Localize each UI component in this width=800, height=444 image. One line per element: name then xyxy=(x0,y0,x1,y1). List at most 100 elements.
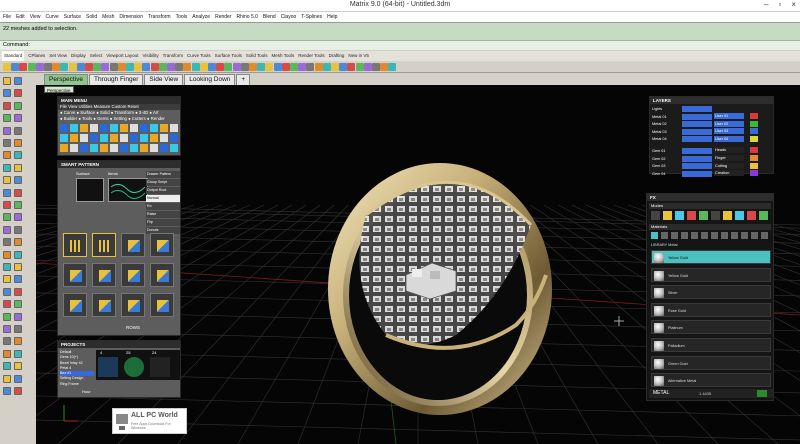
menu-item-surface[interactable]: Surface xyxy=(64,12,81,22)
toolbar-icon[interactable] xyxy=(265,63,274,71)
toolbar-tab-display[interactable]: Display xyxy=(71,51,86,61)
tool-icon[interactable] xyxy=(14,325,22,333)
toolbar-tab-set-view[interactable]: Set View xyxy=(49,51,67,61)
toolbar-tab-select[interactable]: Select xyxy=(90,51,103,61)
pattern-tile[interactable] xyxy=(121,263,145,287)
menu-tool-icon[interactable] xyxy=(70,134,78,142)
project-thumbnails[interactable]: 4 25 24 xyxy=(96,350,180,380)
viewport-tab-side-view[interactable]: Side View xyxy=(144,74,184,85)
toolbar-tab-solid-tools[interactable]: Solid Tools xyxy=(246,51,268,61)
toolbar-icon[interactable] xyxy=(52,63,61,71)
mode-icon[interactable] xyxy=(759,211,768,220)
mode-icon[interactable] xyxy=(735,211,744,220)
menu-tool-icon[interactable] xyxy=(80,134,88,142)
toolbar-icon[interactable] xyxy=(3,63,11,71)
toolbar-icon[interactable] xyxy=(314,63,323,71)
menu-tool-icon[interactable] xyxy=(130,134,138,142)
tool-icon[interactable] xyxy=(3,213,11,222)
menu-item-solid[interactable]: Solid xyxy=(86,12,97,22)
material-item[interactable]: Green Gold xyxy=(651,355,771,370)
layer-item[interactable]: Metal 02 xyxy=(652,121,712,128)
mode-icon[interactable] xyxy=(723,211,732,220)
tool-icon[interactable] xyxy=(14,250,22,259)
toolbar-icon[interactable] xyxy=(306,63,315,71)
menu-tool-icon[interactable] xyxy=(120,134,128,142)
menu-tool-icon[interactable] xyxy=(120,144,128,152)
toolbar-icon[interactable] xyxy=(363,63,372,71)
menu-tool-icon[interactable] xyxy=(150,124,158,132)
menu-tool-icon[interactable] xyxy=(60,144,68,152)
menu-tool-icon[interactable] xyxy=(160,124,168,132)
toolbar-tab-render-tools[interactable]: Render Tools xyxy=(298,51,324,61)
tool-icon[interactable] xyxy=(14,163,22,172)
material-tool-icon[interactable] xyxy=(661,232,668,239)
menu-item-render[interactable]: Render xyxy=(215,12,231,22)
mode-icon[interactable] xyxy=(675,211,684,220)
material-tool-icon[interactable] xyxy=(761,232,768,239)
toolbar-icon[interactable] xyxy=(298,63,307,71)
surface-preview[interactable] xyxy=(76,178,104,202)
layer-item[interactable]: Gem 03 xyxy=(652,163,712,170)
material-item[interactable]: Palladium xyxy=(651,338,771,352)
menu-item-transform[interactable]: Transform xyxy=(148,12,171,22)
layer-item[interactable]: User 01 xyxy=(714,113,758,119)
material-tool-icon[interactable] xyxy=(691,232,698,239)
menu-item-mesh[interactable]: Mesh xyxy=(102,12,114,22)
toolbar-icon[interactable] xyxy=(224,63,233,71)
mode-icon[interactable] xyxy=(699,211,708,220)
menu-tool-icon[interactable] xyxy=(80,124,88,132)
menu-tool-icon[interactable] xyxy=(110,134,118,142)
toolbar-icon[interactable] xyxy=(167,63,175,71)
main-menu-row[interactable]: ● Builder ● Tools ● Gems ● Setting ● Cut… xyxy=(58,116,180,122)
maximize-button[interactable]: ▫ xyxy=(778,0,781,12)
layer-item[interactable]: User 02 xyxy=(714,120,758,127)
menu-item-rhino-5-0[interactable]: Rhino 5.0 xyxy=(237,12,258,22)
tool-icon[interactable] xyxy=(3,325,11,333)
layer-item[interactable]: User 03 xyxy=(714,128,758,135)
menu-tool-icon[interactable] xyxy=(100,144,108,152)
toolbar-icon[interactable] xyxy=(339,63,348,71)
tool-icon[interactable] xyxy=(3,77,11,85)
menu-tool-icon[interactable] xyxy=(70,144,78,152)
toolbar-tab-standard[interactable]: Standard xyxy=(2,51,25,61)
layer-item[interactable]: Finger xyxy=(714,155,758,161)
tool-icon[interactable] xyxy=(14,89,22,98)
tool-icon[interactable] xyxy=(14,151,22,160)
toolbar-icon[interactable] xyxy=(372,63,380,71)
tool-icon[interactable] xyxy=(3,238,11,247)
menu-tool-icon[interactable] xyxy=(80,144,88,152)
pattern-tile[interactable] xyxy=(63,263,87,287)
mode-icon[interactable] xyxy=(747,211,756,220)
viewport-tab-perspective[interactable]: Perspective xyxy=(44,74,88,85)
tool-icon[interactable] xyxy=(3,225,11,234)
pattern-option[interactable]: Output Root xyxy=(146,187,180,194)
toolbar-icon[interactable] xyxy=(322,63,331,71)
menu-tool-icon[interactable] xyxy=(60,134,68,142)
toolbar-tab-mesh-tools[interactable]: Mesh Tools xyxy=(272,51,295,61)
menu-tool-icon[interactable] xyxy=(170,124,178,132)
project-item[interactable]: Ring Frame xyxy=(60,382,94,387)
toolbar-icon[interactable] xyxy=(35,63,44,71)
tool-icon[interactable] xyxy=(3,139,11,147)
toolbar-icon[interactable] xyxy=(355,63,364,71)
menu-tool-icon[interactable] xyxy=(60,124,68,132)
tool-icon[interactable] xyxy=(14,176,22,185)
toolbar-icon[interactable] xyxy=(117,63,126,71)
menu-tool-icon[interactable] xyxy=(170,144,178,152)
toolbar-tab-drafting[interactable]: Drafting xyxy=(329,51,345,61)
toolbar-icon[interactable] xyxy=(380,63,389,71)
toolbar-tab-surface-tools[interactable]: Surface Tools xyxy=(215,51,242,61)
tool-icon[interactable] xyxy=(14,387,22,395)
minimize-button[interactable]: – xyxy=(764,0,768,12)
layer-item[interactable]: Metal 03 xyxy=(652,128,712,135)
toolbar-tab-viewport-layout[interactable]: Viewport Layout xyxy=(106,51,138,61)
layer-item[interactable]: Gem 02 xyxy=(652,155,712,162)
tool-icon[interactable] xyxy=(14,287,22,296)
toolbar-icon[interactable] xyxy=(183,63,192,71)
menu-tool-icon[interactable] xyxy=(150,134,158,142)
toolbar-tab-transform[interactable]: Transform xyxy=(163,51,183,61)
tool-icon[interactable] xyxy=(14,337,22,346)
layer-item[interactable]: Metal 01 xyxy=(652,113,712,120)
material-tool-icon[interactable] xyxy=(721,232,728,239)
tool-icon[interactable] xyxy=(14,312,22,321)
